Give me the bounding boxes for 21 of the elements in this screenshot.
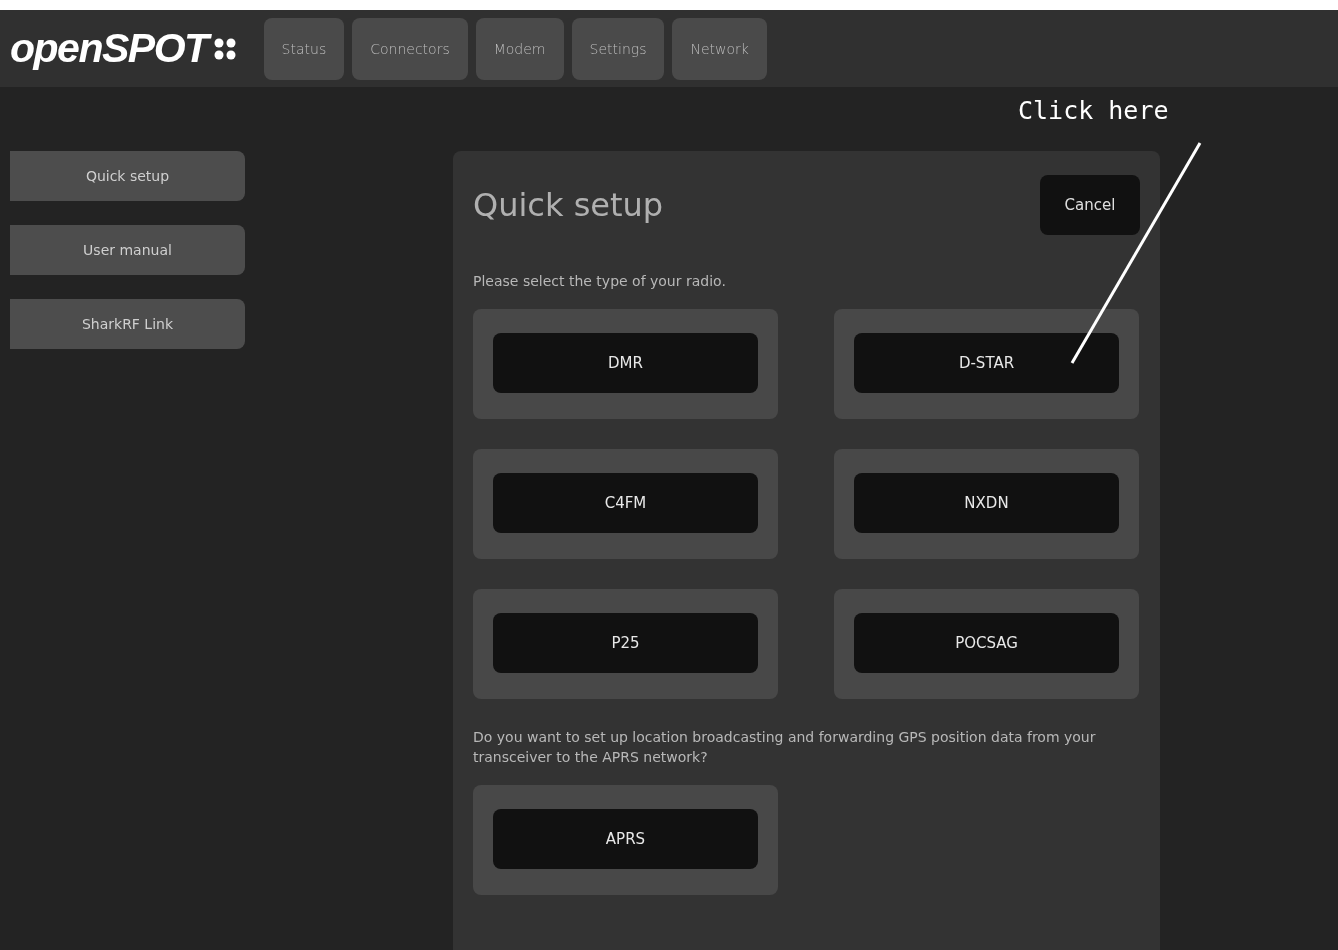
radio-type-button[interactable]: DMR (493, 333, 758, 393)
sidebar-item[interactable]: Quick setup (10, 151, 245, 201)
sidebar-item[interactable]: SharkRF Link (10, 299, 245, 349)
nav-tab[interactable]: Connectors (352, 17, 468, 80)
annotation-text: Click here (1018, 96, 1169, 125)
nav-tab[interactable]: Network (672, 17, 767, 80)
panel-title: Quick setup (473, 186, 664, 224)
prompt-text: Please select the type of your radio. (473, 272, 727, 291)
aprs-prompt-text: Do you want to set up location broadcasting and forwarding GPS position data from your transceiver to the APRS network? (473, 728, 1097, 767)
radio-type-button[interactable]: NXDN (854, 473, 1119, 533)
nav-tab[interactable]: Settings (571, 17, 665, 80)
nav-tab[interactable]: Modem (475, 17, 564, 80)
radio-type-button[interactable]: POCSAG (854, 613, 1119, 673)
radio-type-button[interactable]: C4FM (493, 473, 758, 533)
dots-icon (213, 37, 236, 60)
nav-tab[interactable]: Status (263, 17, 345, 80)
aprs-button[interactable]: APRS (493, 809, 758, 869)
radio-type-button[interactable]: P25 (493, 613, 758, 673)
cancel-button[interactable]: Cancel (1040, 175, 1140, 235)
sidebar-item[interactable]: User manual (10, 225, 245, 275)
radio-type-button[interactable]: D-STAR (854, 333, 1119, 393)
